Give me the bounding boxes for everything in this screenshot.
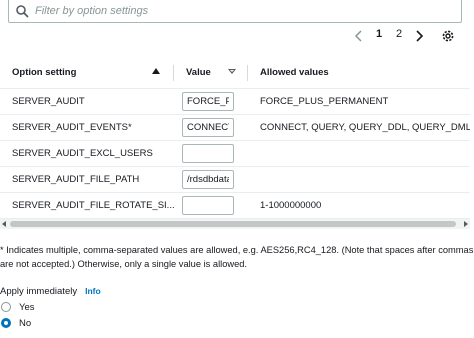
column-header-label: Allowed values bbox=[260, 66, 329, 78]
value-cell bbox=[174, 114, 248, 141]
column-header-label: Option setting bbox=[12, 66, 77, 78]
radio-button-no[interactable] bbox=[1, 318, 11, 328]
option-name: SERVER_AUDIT_EXCL_USERS bbox=[0, 140, 174, 167]
table-row: SERVER_AUDIT FORCE_PLUS_PERMANENT bbox=[0, 88, 470, 115]
multi-value-note: * Indicates multiple, comma-separated va… bbox=[0, 245, 474, 269]
allowed-values: CONNECT, QUERY, QUERY_DDL, QUERY_DML, QU… bbox=[248, 114, 470, 141]
table-row: SERVER_AUDIT_EVENTS* CONNECT, QUERY, QUE… bbox=[0, 114, 470, 141]
table-row: SERVER_AUDIT_EXCL_USERS bbox=[0, 140, 470, 167]
value-cell bbox=[174, 140, 248, 167]
option-settings-table: Option setting Value Allowed values SERV… bbox=[0, 57, 470, 219]
page-1[interactable]: 1 bbox=[376, 28, 382, 40]
table-row: SERVER_AUDIT_FILE_ROTATE_SI... 1-1000000… bbox=[0, 192, 470, 219]
option-name: SERVER_AUDIT bbox=[0, 88, 174, 115]
column-header-value[interactable]: Value bbox=[174, 57, 248, 89]
option-name: SERVER_AUDIT_EVENTS* bbox=[0, 114, 174, 141]
column-header-allowed-values[interactable]: Allowed values bbox=[248, 57, 470, 89]
allowed-values: 1-1000000000 bbox=[248, 192, 470, 219]
apply-immediately-text: Apply immediately bbox=[0, 286, 78, 297]
allowed-values bbox=[248, 166, 470, 193]
value-input[interactable] bbox=[182, 195, 234, 215]
value-input[interactable] bbox=[182, 117, 234, 137]
value-cell bbox=[174, 192, 248, 219]
chevron-right-icon[interactable] bbox=[412, 29, 426, 43]
radio-button-yes[interactable] bbox=[1, 302, 11, 312]
table-header-row: Option setting Value Allowed values bbox=[0, 57, 470, 89]
value-cell bbox=[174, 166, 248, 193]
filter-search-box[interactable] bbox=[8, 0, 462, 23]
search-icon bbox=[16, 5, 29, 18]
radio-label-no: No bbox=[19, 317, 32, 329]
info-link[interactable]: Info bbox=[85, 286, 101, 296]
sort-ascending-icon bbox=[152, 68, 160, 74]
value-cell bbox=[174, 88, 248, 115]
scroll-left-arrow-icon[interactable] bbox=[2, 221, 6, 227]
chevron-left-icon[interactable] bbox=[352, 29, 366, 43]
radio-option-no[interactable]: No bbox=[0, 316, 31, 330]
option-name: SERVER_AUDIT_FILE_PATH bbox=[0, 166, 174, 193]
value-input[interactable] bbox=[182, 143, 234, 163]
scrollbar-thumb[interactable] bbox=[10, 221, 456, 227]
option-name: SERVER_AUDIT_FILE_ROTATE_SI... bbox=[0, 192, 174, 219]
value-input[interactable] bbox=[182, 169, 234, 189]
horizontal-scrollbar[interactable] bbox=[0, 219, 470, 229]
sort-toggle-icon bbox=[228, 69, 236, 74]
radio-label-yes: Yes bbox=[19, 301, 35, 313]
allowed-values: FORCE_PLUS_PERMANENT bbox=[248, 88, 470, 115]
radio-option-yes[interactable]: Yes bbox=[0, 300, 35, 314]
column-header-label: Value bbox=[186, 66, 211, 78]
apply-immediately-label: Apply immediately Info bbox=[0, 286, 101, 297]
gear-icon[interactable] bbox=[441, 29, 455, 43]
scroll-right-arrow-icon[interactable] bbox=[464, 221, 468, 227]
value-input[interactable] bbox=[182, 91, 234, 111]
page-2[interactable]: 2 bbox=[396, 28, 402, 40]
column-header-option-setting[interactable]: Option setting bbox=[0, 57, 174, 89]
pagination: 1 2 bbox=[0, 28, 474, 46]
allowed-values bbox=[248, 140, 470, 167]
filter-search-input[interactable] bbox=[35, 2, 455, 20]
table-row: SERVER_AUDIT_FILE_PATH bbox=[0, 166, 470, 193]
